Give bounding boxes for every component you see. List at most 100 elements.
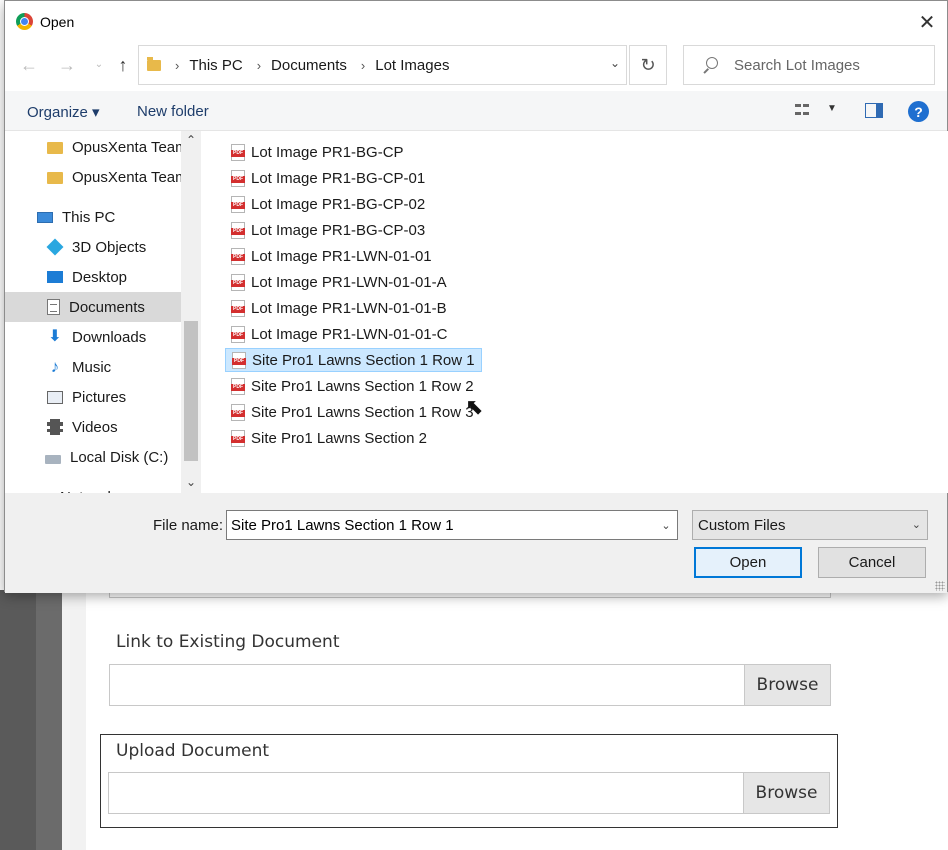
preview-pane-icon[interactable] <box>865 103 883 118</box>
link-browse-button[interactable]: Browse <box>744 665 830 705</box>
scroll-thumb[interactable] <box>184 321 198 461</box>
dialog-titlebar: Open ✕ <box>5 1 947 43</box>
file-name: Lot Image PR1-LWN-01-01-A <box>251 273 447 291</box>
nav-item-label: This PC <box>62 208 116 226</box>
file-item[interactable]: Site Pro1 Lawns Section 2 <box>225 426 433 450</box>
nav-item-opusxenta-team[interactable]: OpusXenta Team <box>5 132 181 162</box>
nav-item-network[interactable]: Network <box>5 482 181 494</box>
file-item[interactable]: Lot Image PR1-BG-CP-01 <box>225 166 431 190</box>
file-name: Site Pro1 Lawns Section 2 <box>251 429 427 447</box>
breadcrumb-this-pc[interactable]: This PC <box>189 57 242 74</box>
nav-item-pictures[interactable]: Pictures <box>5 382 181 412</box>
videos-icon <box>47 419 63 435</box>
file-item[interactable]: Lot Image PR1-LWN-01-01-B <box>225 296 453 320</box>
nav-item-label: Music <box>72 358 112 376</box>
chevron-right-icon[interactable]: › <box>361 58 365 73</box>
resize-grip-icon[interactable] <box>935 581 945 591</box>
pdf-file-icon <box>231 221 245 239</box>
file-name: Lot Image PR1-BG-CP-01 <box>251 169 426 187</box>
new-folder-button[interactable]: New folder <box>137 103 209 120</box>
refresh-button[interactable]: ↻ <box>629 45 667 85</box>
search-box[interactable] <box>683 45 935 85</box>
breadcrumb-documents[interactable]: Documents <box>271 57 347 74</box>
open-button[interactable]: Open <box>694 547 802 578</box>
file-item[interactable]: Lot Image PR1-LWN-01-01-C <box>225 322 453 346</box>
file-item[interactable]: Lot Image PR1-BG-CP-02 <box>225 192 431 216</box>
nav-item-documents[interactable]: Documents <box>5 292 181 322</box>
file-item[interactable]: Site Pro1 Lawns Section 1 Row 1 <box>225 348 482 372</box>
scroll-up-icon[interactable]: ⌃ <box>181 133 201 147</box>
file-name: Lot Image PR1-BG-CP-03 <box>251 221 426 239</box>
upload-document-input[interactable] <box>109 773 743 813</box>
breadcrumb-lot-images[interactable]: Lot Images <box>375 57 449 74</box>
pdf-file-icon <box>231 143 245 161</box>
back-arrow-icon[interactable]: ← <box>19 55 39 75</box>
search-input[interactable] <box>734 56 914 74</box>
scroll-down-icon[interactable]: ⌄ <box>181 475 201 489</box>
chevron-down-icon: ⌄ <box>911 519 921 531</box>
pdf-file-icon <box>231 169 245 187</box>
link-existing-input[interactable] <box>110 665 744 705</box>
file-name: Lot Image PR1-LWN-01-01-B <box>251 299 447 317</box>
cancel-button[interactable]: Cancel <box>818 547 926 578</box>
file-item[interactable]: Site Pro1 Lawns Section 1 Row 2 <box>225 374 480 398</box>
file-item[interactable]: Lot Image PR1-LWN-01-01-A <box>225 270 453 294</box>
file-name: Lot Image PR1-BG-CP <box>251 143 404 161</box>
dialog-toolbar: Organize ▾ New folder ▼ ? <box>5 91 947 131</box>
nav-item-opusxenta-team[interactable]: OpusXenta Team <box>5 162 181 192</box>
nav-item-this-pc[interactable]: This PC <box>5 202 181 232</box>
file-item[interactable]: Lot Image PR1-BG-CP-03 <box>225 218 431 242</box>
file-name: Lot Image PR1-LWN-01-01 <box>251 247 432 265</box>
navigation-bar: ← → ⌄ ↑ › This PC › Documents › Lot Imag… <box>5 45 947 85</box>
address-bar[interactable]: › This PC › Documents › Lot Images ⌄ <box>138 45 627 85</box>
downloads-icon: ⬇ <box>48 328 62 345</box>
desktop-icon <box>47 271 63 283</box>
nav-item-videos[interactable]: Videos <box>5 412 181 442</box>
chevron-down-icon[interactable]: ▼ <box>827 103 837 114</box>
pdf-file-icon <box>231 377 245 395</box>
nav-item-local-disk-c[interactable]: Local Disk (C:) <box>5 442 181 472</box>
nav-item-label: Local Disk (C:) <box>70 448 169 466</box>
pc-icon <box>37 211 53 223</box>
file-name-field[interactable]: ⌄ <box>226 510 678 540</box>
file-item[interactable]: Lot Image PR1-BG-CP <box>225 140 410 164</box>
link-existing-label: Link to Existing Document <box>116 632 340 652</box>
nav-item-label: Downloads <box>72 328 147 346</box>
file-name: Lot Image PR1-BG-CP-02 <box>251 195 426 213</box>
folder-icon <box>147 56 161 71</box>
file-item[interactable]: Lot Image PR1-LWN-01-01 <box>225 244 438 268</box>
nav-item-3d-objects[interactable]: 3D Objects <box>5 232 181 262</box>
chevron-right-icon[interactable]: › <box>175 58 179 73</box>
organize-button[interactable]: Organize ▾ <box>27 103 100 121</box>
nav-item-downloads[interactable]: ⬇ Downloads <box>5 322 181 352</box>
dialog-title: Open <box>40 14 75 30</box>
chevron-down-icon[interactable]: ⌄ <box>655 519 677 532</box>
pdf-file-icon <box>231 247 245 265</box>
file-name-input[interactable] <box>231 516 655 534</box>
file-name-label: File name: <box>153 517 224 534</box>
nav-item-label: OpusXenta Team <box>72 138 181 156</box>
nav-item-desktop[interactable]: Desktop <box>5 262 181 292</box>
file-name: Lot Image PR1-LWN-01-01-C <box>251 325 448 343</box>
file-type-select[interactable]: Custom Files ⌄ <box>692 510 928 540</box>
view-options-icon[interactable] <box>795 104 811 118</box>
upload-browse-button[interactable]: Browse <box>743 773 829 813</box>
pdf-file-icon <box>231 195 245 213</box>
nav-item-label: Desktop <box>72 268 128 286</box>
open-dialog: Open ✕ ← → ⌄ ↑ › This PC › Documents › L… <box>4 0 948 593</box>
up-arrow-icon[interactable]: ↑ <box>113 55 133 75</box>
close-button[interactable]: ✕ <box>913 9 941 35</box>
nav-item-label: 3D Objects <box>72 238 147 256</box>
chevron-right-icon[interactable]: › <box>257 58 261 73</box>
file-name: Site Pro1 Lawns Section 1 Row 3 <box>251 403 474 421</box>
nav-item-label: Documents <box>69 298 145 316</box>
nav-item-music[interactable]: ♪ Music <box>5 352 181 382</box>
forward-arrow-icon[interactable]: → <box>57 55 77 75</box>
chevron-down-icon[interactable]: ⌄ <box>610 56 620 70</box>
file-item[interactable]: Site Pro1 Lawns Section 1 Row 3 <box>225 400 480 424</box>
recent-locations-chevron-icon[interactable]: ⌄ <box>89 55 109 75</box>
file-name: Site Pro1 Lawns Section 1 Row 1 <box>252 351 475 369</box>
help-icon[interactable]: ? <box>908 101 929 122</box>
pdf-file-icon <box>231 299 245 317</box>
upload-document-label: Upload Document <box>116 741 270 761</box>
